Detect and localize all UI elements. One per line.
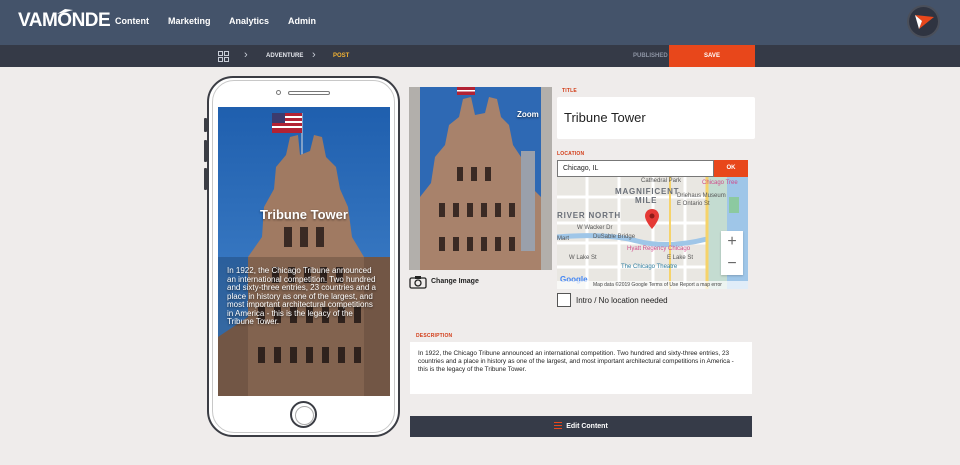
edit-content-button[interactable]: Edit Content <box>410 416 752 437</box>
map-label: Mart <box>557 236 569 242</box>
map-label: MAGNIFICENT <box>615 187 680 196</box>
description-textarea[interactable]: In 1922, the Chicago Tribune announced a… <box>410 342 752 394</box>
phone-post-description: In 1922, the Chicago Tribune announced a… <box>227 266 376 326</box>
paper-plane-icon <box>915 15 934 29</box>
location-input[interactable]: Chicago, IL <box>557 160 714 177</box>
zoom-button[interactable]: Zoom <box>517 110 539 119</box>
map-zoom-control: + − <box>721 231 743 275</box>
map-label: DuSable Bridge <box>593 234 636 240</box>
nav-admin[interactable]: Admin <box>288 16 316 26</box>
chevron-right-icon: › <box>312 49 316 61</box>
phone-home-button <box>290 401 317 428</box>
location-map[interactable]: Cathedral Park MAGNIFICENT MILE Chicago … <box>557 177 748 289</box>
map-label: E Lake St <box>667 255 694 261</box>
phone-side-button <box>204 118 207 132</box>
nav-content[interactable]: Content <box>115 16 149 26</box>
map-label: Hyatt Regency Chicago <box>627 246 691 252</box>
location-ok-button[interactable]: OK <box>714 160 748 177</box>
chevron-right-icon: › <box>244 49 248 61</box>
grid-icon[interactable] <box>218 51 229 62</box>
change-image-link[interactable]: Change Image <box>431 278 479 285</box>
intro-checkbox[interactable] <box>557 293 571 307</box>
user-avatar[interactable] <box>907 5 940 38</box>
map-label: Driehaus Museum <box>677 193 726 199</box>
nav-analytics[interactable]: Analytics <box>229 16 269 26</box>
map-pin-icon <box>645 209 659 229</box>
breadcrumb-adventure[interactable]: ADVENTURE <box>266 53 303 59</box>
location-label: LOCATION <box>557 151 585 157</box>
intro-checkbox-label: Intro / No location needed <box>576 296 668 305</box>
description-label: DESCRIPTION <box>416 333 453 339</box>
list-icon <box>554 422 563 429</box>
title-input[interactable]: Tribune Tower <box>557 97 755 139</box>
map-label: MILE <box>635 196 658 205</box>
sub-toolbar <box>0 45 960 67</box>
map-label: W Wacker Dr <box>577 225 613 231</box>
phone-speaker <box>288 91 330 95</box>
bird-icon <box>57 9 73 14</box>
map-label: E Ontario St <box>677 201 710 207</box>
map-label: W Lake St <box>569 255 597 261</box>
edit-content-label: Edit Content <box>566 423 608 430</box>
title-label: TITLE <box>562 88 577 94</box>
zoom-in-icon[interactable]: + <box>721 231 743 253</box>
map-label: Chicago Tree <box>702 180 738 186</box>
map-label: Cathedral Park <box>641 178 682 184</box>
phone-camera <box>276 90 281 95</box>
map-label: The Chicago Theatre <box>621 264 678 270</box>
nav-marketing[interactable]: Marketing <box>168 16 211 26</box>
phone-side-button <box>204 140 207 162</box>
play-icon <box>226 398 242 414</box>
camera-icon[interactable] <box>409 275 427 289</box>
map-attribution: Map data ©2019 Google Terms of Use Repor… <box>557 281 748 289</box>
status-badge: PUBLISHED <box>633 53 668 59</box>
breadcrumb-post: POST <box>333 53 350 59</box>
zoom-out-icon[interactable]: − <box>721 253 743 275</box>
post-cover-image <box>218 107 390 396</box>
phone-side-button <box>204 168 207 190</box>
phone-post-title: Tribune Tower <box>260 207 348 222</box>
map-label: RIVER NORTH <box>557 211 621 220</box>
save-button[interactable]: SAVE <box>669 45 755 67</box>
